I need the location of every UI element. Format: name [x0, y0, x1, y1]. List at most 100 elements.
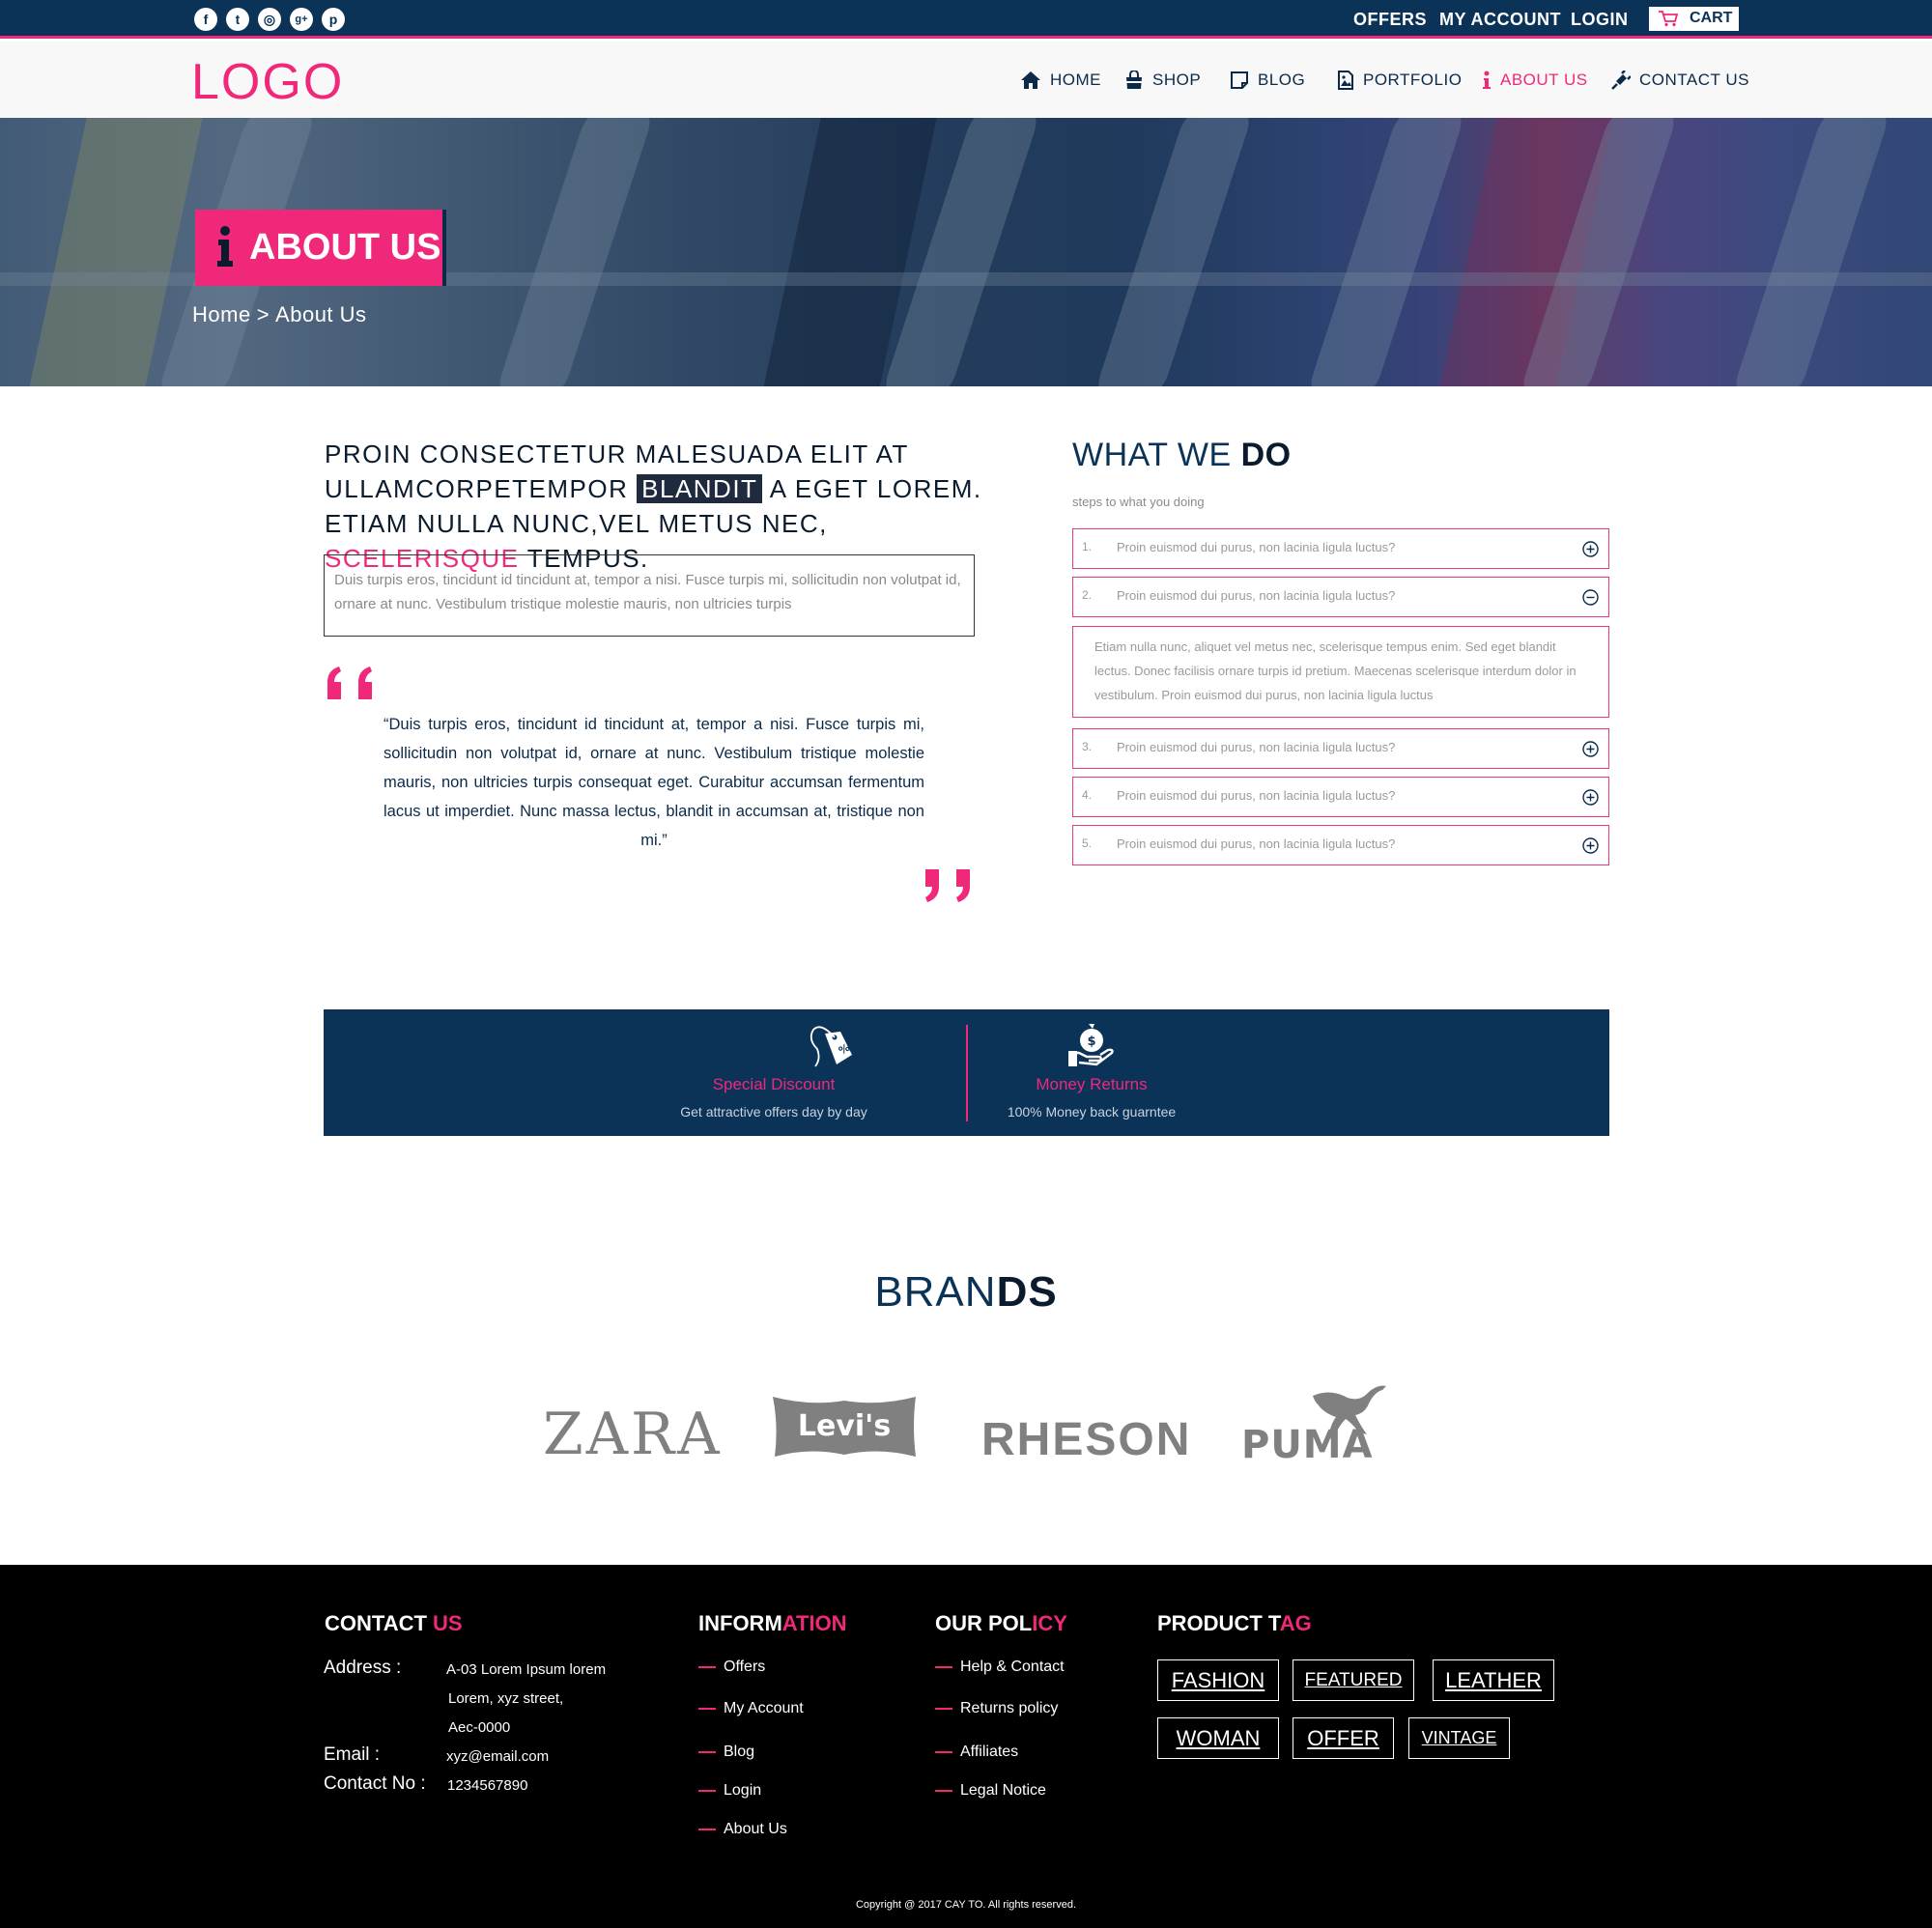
- twitter-icon[interactable]: t: [226, 8, 249, 31]
- nav-portfolio[interactable]: PORTFOLIO: [1337, 69, 1462, 92]
- breadcrumb-separator: >: [256, 302, 270, 326]
- email-label: Email :: [324, 1744, 381, 1765]
- main-header: LOGO HOME SHOP BLOG PORTFOLIO ABOUT US C…: [0, 42, 1932, 118]
- feature-title: Special Discount: [712, 1075, 836, 1093]
- footer-link-about-us[interactable]: About Us: [698, 1821, 787, 1838]
- footer-link-login[interactable]: Login: [698, 1782, 761, 1800]
- what-we-do-title-light: WHAT WE: [1072, 437, 1232, 473]
- accordion-number: 3.: [1082, 740, 1093, 753]
- breadcrumb-home[interactable]: Home: [192, 302, 251, 327]
- footer-link-blog[interactable]: Blog: [698, 1744, 754, 1761]
- accordion-item[interactable]: 5. Proin euismod dui purus, non lacinia …: [1072, 825, 1609, 865]
- accordion-item[interactable]: 4. Proin euismod dui purus, non lacinia …: [1072, 777, 1609, 817]
- feature-subtitle: Get attractive offers day by day: [680, 1104, 867, 1120]
- accordion-item-open[interactable]: 2. Proin euismod dui purus, non lacinia …: [1072, 577, 1609, 617]
- plug-icon: [1611, 71, 1631, 90]
- nav-blog-label: BLOG: [1258, 71, 1306, 89]
- nav-contact[interactable]: CONTACT US: [1611, 69, 1749, 92]
- discount-tag-icon: %: [810, 1026, 852, 1067]
- accordion-question: Proin euismod dui purus, non lacinia lig…: [1117, 540, 1396, 554]
- money-hand-icon: $: [1068, 1024, 1114, 1066]
- nav-home[interactable]: HOME: [1020, 69, 1101, 92]
- footer-heading-white: INFORM: [698, 1611, 782, 1635]
- plus-circle-icon[interactable]: [1582, 789, 1599, 806]
- footer-link-offers[interactable]: Offers: [698, 1659, 765, 1676]
- accordion-number: 4.: [1082, 788, 1093, 802]
- footer-heading-white: PRODUCT T: [1157, 1611, 1280, 1635]
- cart-icon: [1659, 11, 1679, 27]
- my-account-link[interactable]: MY ACCOUNT: [1439, 10, 1561, 30]
- email-value[interactable]: xyz@email.com: [446, 1748, 549, 1765]
- feature-title: Money Returns: [1036, 1075, 1148, 1093]
- plus-circle-icon[interactable]: [1582, 837, 1599, 854]
- googleplus-icon[interactable]: g+: [290, 8, 313, 31]
- minus-circle-icon[interactable]: [1582, 589, 1599, 606]
- what-we-do-title-bold: DO: [1240, 437, 1292, 473]
- accordion-question: Proin euismod dui purus, non lacinia lig…: [1117, 588, 1396, 603]
- footer-policy-heading: OUR POLICY: [935, 1611, 1067, 1636]
- page-title: ABOUT US: [249, 227, 441, 268]
- phone-label: Contact No :: [324, 1773, 426, 1794]
- top-bar: f t ◎ g+ p OFFERS MY ACCOUNT LOGIN CART: [0, 0, 1932, 39]
- footer-tags-heading: PRODUCT TAG: [1157, 1611, 1312, 1636]
- home-icon: [1021, 71, 1040, 89]
- tag-leather[interactable]: LEATHER: [1433, 1659, 1554, 1701]
- address-label: Address :: [324, 1658, 402, 1678]
- breadcrumb: Home > About Us: [192, 302, 367, 327]
- offers-link[interactable]: OFFERS: [1353, 10, 1427, 30]
- plus-circle-icon[interactable]: [1582, 541, 1599, 557]
- brand-logo-zara[interactable]: ZARA: [543, 1401, 723, 1468]
- nav-shop[interactable]: SHOP: [1124, 69, 1201, 92]
- accordion-question: Proin euismod dui purus, non lacinia lig…: [1117, 788, 1396, 803]
- brands-title: BRANDS: [0, 1268, 1932, 1317]
- footer-heading-pink: US: [433, 1611, 463, 1635]
- tag-fashion[interactable]: FASHION: [1157, 1659, 1279, 1701]
- quote-close-icon: [925, 869, 970, 902]
- nav-about[interactable]: ABOUT US: [1482, 69, 1588, 92]
- footer-link-affiliates[interactable]: Affiliates: [935, 1744, 1018, 1761]
- nav-blog[interactable]: BLOG: [1230, 69, 1305, 92]
- plus-circle-icon[interactable]: [1582, 741, 1599, 757]
- page-title-badge: ABOUT US: [195, 210, 446, 286]
- tag-offer[interactable]: OFFER: [1293, 1717, 1394, 1759]
- tag-vintage[interactable]: VINTAGE: [1408, 1717, 1510, 1759]
- footer-heading-pink: ICY: [1032, 1611, 1067, 1635]
- login-link[interactable]: LOGIN: [1571, 10, 1629, 30]
- accordion-number: 2.: [1082, 588, 1093, 602]
- tag-featured[interactable]: FEATURED: [1293, 1659, 1414, 1701]
- info-icon: [1483, 71, 1491, 89]
- footer-link-help-contact[interactable]: Help & Contact: [935, 1659, 1065, 1676]
- instagram-icon[interactable]: ◎: [258, 8, 281, 31]
- footer-link-my-account[interactable]: My Account: [698, 1700, 804, 1717]
- nav-contact-label: CONTACT US: [1639, 71, 1749, 89]
- footer-contact-heading: CONTACT US: [325, 1611, 463, 1636]
- phone-value[interactable]: 1234567890: [447, 1777, 527, 1794]
- pinterest-icon[interactable]: p: [322, 8, 345, 31]
- brand-logo-rheson[interactable]: RHESON: [981, 1413, 1191, 1466]
- accordion-item[interactable]: 1. Proin euismod dui purus, non lacinia …: [1072, 528, 1609, 569]
- footer: CONTACT US Address : A-03 Lorem Ipsum lo…: [0, 1565, 1932, 1928]
- accordion-number: 1.: [1082, 540, 1093, 553]
- breadcrumb-current: About Us: [275, 302, 367, 326]
- facebook-icon[interactable]: f: [194, 8, 217, 31]
- what-we-do-title: WHAT WE DO: [1072, 437, 1292, 474]
- accordion-item[interactable]: 3. Proin euismod dui purus, non lacinia …: [1072, 728, 1609, 769]
- footer-link-legal-notice[interactable]: Legal Notice: [935, 1782, 1046, 1800]
- features-band: % Special Discount Get attractive offers…: [324, 1009, 1609, 1136]
- brands-title-light: BRAN: [874, 1268, 997, 1316]
- address-line: A-03 Lorem Ipsum lorem: [446, 1661, 607, 1678]
- cart-button[interactable]: CART: [1649, 7, 1739, 31]
- blog-note-icon: [1231, 71, 1248, 89]
- brand-logo-puma[interactable]: PUMA: [1241, 1384, 1388, 1461]
- nav-portfolio-label: PORTFOLIO: [1363, 71, 1463, 89]
- site-logo[interactable]: LOGO: [191, 53, 344, 111]
- copyright: Copyright @ 2017 CAY TO. All rights rese…: [855, 1899, 1076, 1911]
- intro-heading-highlight: BLANDIT: [637, 474, 763, 503]
- tag-woman[interactable]: WOMAN: [1157, 1717, 1279, 1759]
- brand-levis-text: Levi's: [798, 1409, 891, 1443]
- portfolio-image-icon: [1338, 71, 1353, 90]
- footer-heading-white: CONTACT: [325, 1611, 434, 1635]
- nav-about-label: ABOUT US: [1500, 71, 1588, 89]
- brand-logo-levis[interactable]: Levi's: [771, 1393, 921, 1460]
- footer-link-returns-policy[interactable]: Returns policy: [935, 1700, 1058, 1717]
